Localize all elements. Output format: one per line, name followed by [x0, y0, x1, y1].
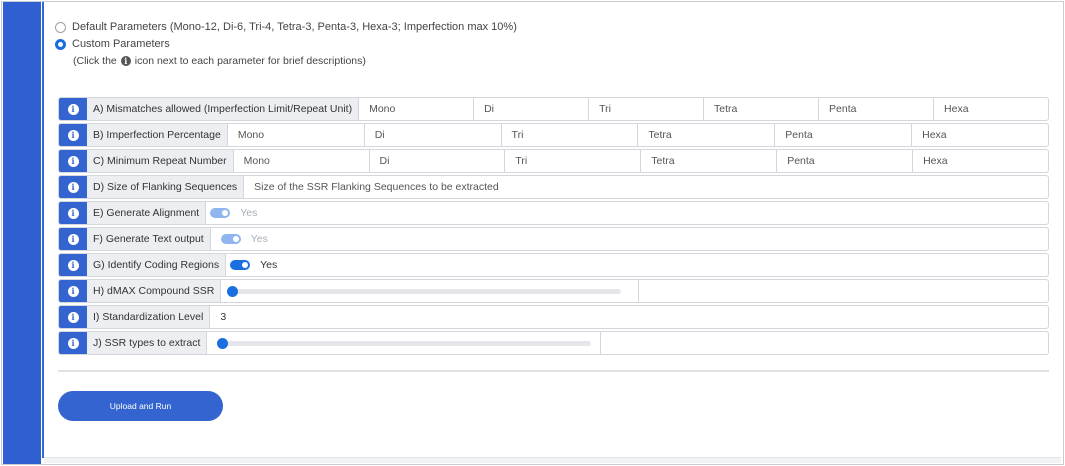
parameter-hint: (Click the i icon next to each parameter… [73, 55, 366, 67]
alignment-toggle[interactable] [210, 208, 231, 218]
left-accent-bar [3, 2, 41, 464]
imperfection-penta-input[interactable]: Penta [775, 124, 913, 146]
repeat-tetra-input[interactable]: Tetra [641, 150, 778, 172]
param-i-info-button[interactable]: i [59, 306, 87, 328]
imperfection-tetra-input[interactable]: Tetra [638, 124, 776, 146]
mismatch-hexa-input[interactable]: Hexa [934, 98, 1048, 120]
dmax-slider-track [227, 289, 622, 294]
info-icon: i [67, 259, 79, 271]
mismatch-tri-input[interactable]: Tri [589, 98, 705, 120]
param-row-coding-regions: i G) Identify Coding Regions Yes [58, 253, 1049, 277]
param-a-label: A) Mismatches allowed (Imperfection Limi… [87, 98, 360, 120]
mismatch-penta-input[interactable]: Penta [819, 98, 935, 120]
info-icon: i [67, 233, 79, 245]
dmax-slider[interactable] [221, 280, 640, 302]
param-row-min-repeat: i C) Minimum Repeat Number Mono Di Tri T… [58, 149, 1049, 173]
info-icon: i [67, 155, 79, 167]
param-g-info-button[interactable]: i [59, 254, 87, 276]
text-output-toggle-label: Yes [250, 233, 268, 245]
ssr-types-slider-thumb[interactable] [217, 338, 229, 349]
param-row-mismatches: i A) Mismatches allowed (Imperfection Li… [58, 97, 1049, 121]
custom-parameters-radio[interactable] [55, 38, 66, 50]
custom-parameters-label: Custom Parameters [72, 38, 170, 50]
param-f-info-button[interactable]: i [59, 228, 87, 250]
info-icon: i [67, 129, 79, 141]
param-row-standardization: i I) Standardization Level 3 [58, 305, 1049, 329]
alignment-toggle-label: Yes [240, 207, 258, 219]
ssr-types-value-box [601, 332, 1048, 354]
info-icon: i [67, 181, 79, 193]
info-icon: i [120, 56, 131, 66]
param-b-info-button[interactable]: i [59, 124, 87, 146]
repeat-tri-input[interactable]: Tri [505, 150, 642, 172]
flanking-size-input[interactable]: Size of the SSR Flanking Sequences to be… [244, 176, 1048, 198]
param-f-label: F) Generate Text output [87, 228, 211, 250]
ssr-types-slider[interactable] [207, 332, 602, 354]
param-d-info-button[interactable]: i [59, 176, 87, 198]
upload-and-run-button[interactable]: Upload and Run [58, 391, 223, 421]
param-e-label: E) Generate Alignment [87, 202, 207, 224]
param-g-label: G) Identify Coding Regions [87, 254, 227, 276]
info-icon: i [67, 337, 79, 349]
ssr-types-slider-track [217, 341, 592, 346]
dmax-value-box [639, 280, 1048, 302]
info-icon: i [67, 207, 79, 219]
imperfection-tri-input[interactable]: Tri [502, 124, 639, 146]
default-parameters-radio[interactable] [55, 21, 66, 33]
param-row-flanking: i D) Size of Flanking Sequences Size of … [58, 175, 1049, 199]
coding-regions-toggle-label: Yes [260, 259, 278, 271]
repeat-di-input[interactable]: Di [370, 150, 506, 172]
param-c-label: C) Minimum Repeat Number [87, 150, 234, 172]
param-j-info-button[interactable]: i [59, 332, 87, 354]
repeat-mono-input[interactable]: Mono [234, 150, 370, 172]
dmax-slider-thumb[interactable] [227, 286, 239, 297]
default-parameters-label: Default Parameters (Mono-12, Di-6, Tri-4… [72, 21, 517, 33]
default-parameters-option[interactable]: Default Parameters (Mono-12, Di-6, Tri-4… [55, 21, 517, 33]
mismatch-di-input[interactable]: Di [474, 98, 590, 120]
param-h-label: H) dMAX Compound SSR [87, 280, 222, 302]
param-row-alignment: i E) Generate Alignment Yes [58, 201, 1049, 225]
param-d-label: D) Size of Flanking Sequences [87, 176, 245, 198]
param-row-ssr-types: i J) SSR types to extract [58, 331, 1049, 355]
imperfection-hexa-input[interactable]: Hexa [912, 124, 1048, 146]
section-divider [58, 370, 1049, 372]
param-row-imperfection: i B) Imperfection Percentage Mono Di Tri… [58, 123, 1049, 147]
param-i-label: I) Standardization Level [87, 306, 211, 328]
info-icon: i [67, 103, 79, 115]
param-j-label: J) SSR types to extract [87, 332, 208, 354]
standardization-level-input[interactable]: 3 [210, 306, 1048, 328]
param-e-info-button[interactable]: i [59, 202, 87, 224]
param-a-info-button[interactable]: i [59, 98, 87, 120]
imperfection-mono-input[interactable]: Mono [228, 124, 365, 146]
repeat-hexa-input[interactable]: Hexa [913, 150, 1048, 172]
info-icon: i [67, 285, 79, 297]
param-row-dmax: i H) dMAX Compound SSR [58, 279, 1049, 303]
repeat-penta-input[interactable]: Penta [777, 150, 914, 172]
param-row-text-output: i F) Generate Text output Yes [58, 227, 1049, 251]
custom-parameters-option[interactable]: Custom Parameters [55, 38, 170, 50]
text-output-toggle[interactable] [220, 234, 241, 244]
param-h-info-button[interactable]: i [59, 280, 87, 302]
imperfection-di-input[interactable]: Di [365, 124, 502, 146]
mismatch-tetra-input[interactable]: Tetra [704, 98, 820, 120]
panel-footer-strip [44, 457, 1061, 463]
param-c-info-button[interactable]: i [59, 150, 87, 172]
param-b-label: B) Imperfection Percentage [87, 124, 228, 146]
mismatch-mono-input[interactable]: Mono [359, 98, 475, 120]
info-icon: i [67, 311, 79, 323]
coding-regions-toggle[interactable] [230, 260, 251, 270]
